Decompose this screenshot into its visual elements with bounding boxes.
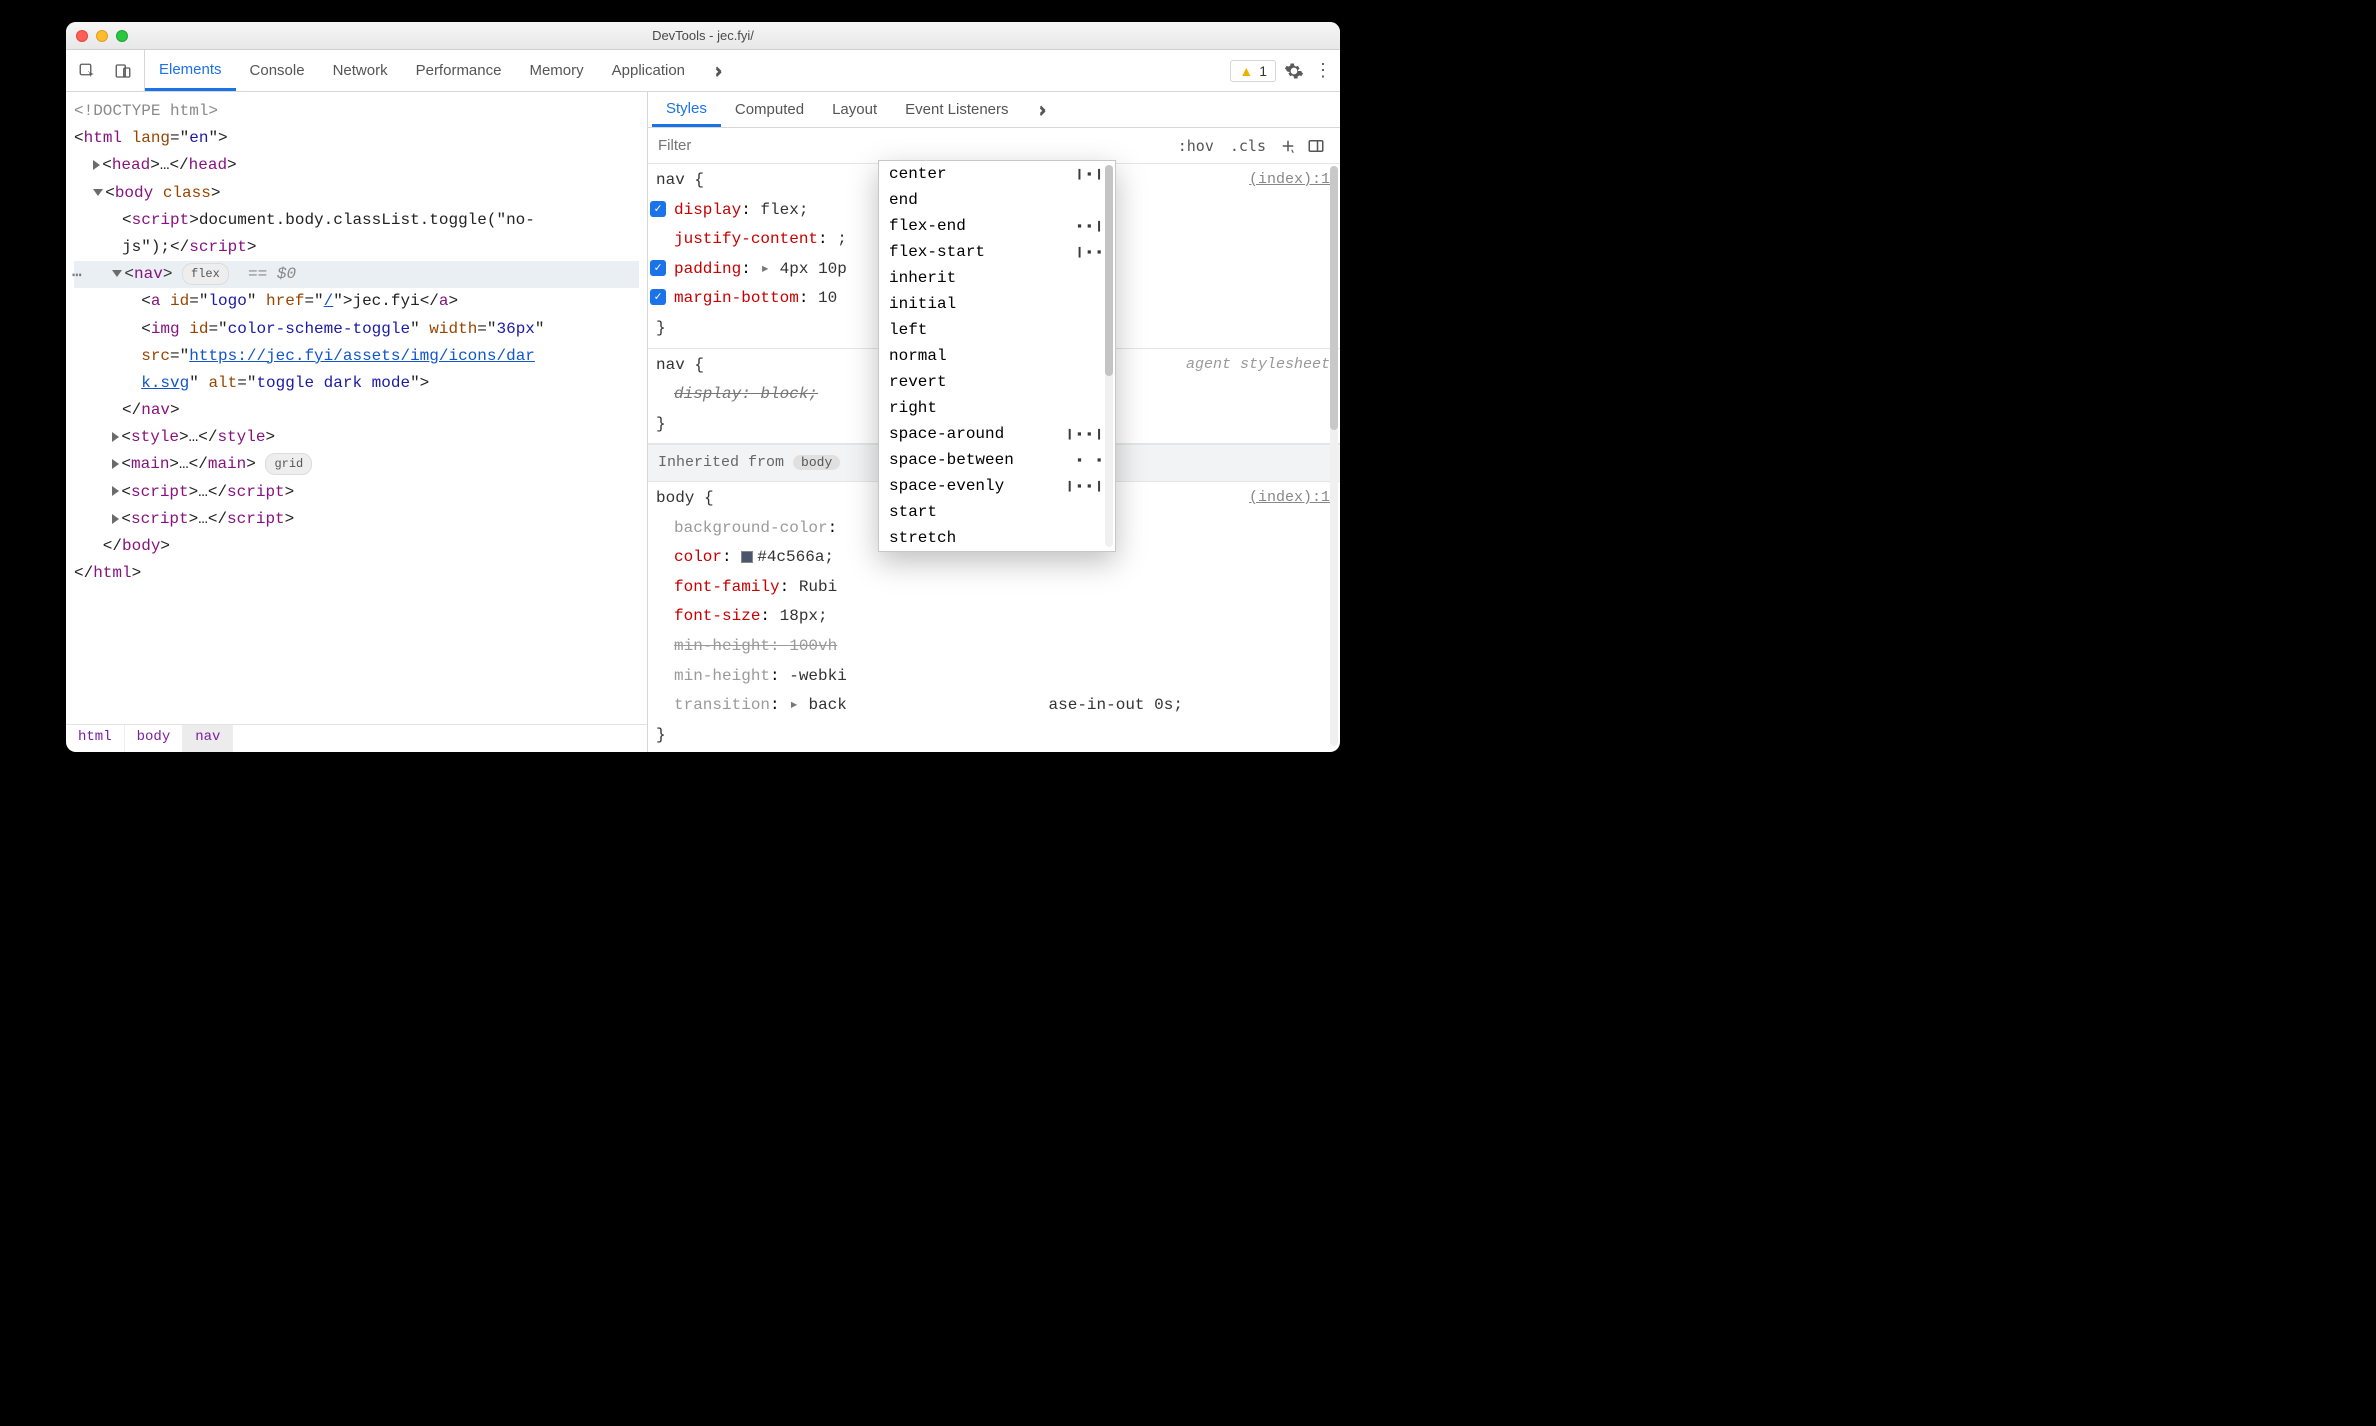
shorthand-expand-icon[interactable]: ▸ [760,260,770,278]
expand-icon[interactable] [112,459,119,469]
ac-option-flex-end[interactable]: flex-end▪▪❙ [879,213,1115,239]
styles-panel: Styles Computed Layout Event Listeners :… [648,92,1340,752]
expand-icon[interactable] [112,432,119,442]
minimize-window-button[interactable] [96,30,108,42]
tab-network[interactable]: Network [319,50,402,91]
ac-option-inherit[interactable]: inherit [879,265,1115,291]
checkbox-on-icon[interactable]: ✓ [650,260,666,276]
zoom-window-button[interactable] [116,30,128,42]
styles-filter-input[interactable] [648,128,1170,163]
crumb-nav[interactable]: nav [183,725,233,752]
dollar-zero-label: == $0 [248,265,296,283]
color-swatch-icon[interactable] [741,551,753,563]
dom-tree[interactable]: <!DOCTYPE html> <html lang="en"> <head>…… [66,92,647,724]
expand-icon[interactable] [112,486,119,496]
devtools-window: DevTools - jec.fyi/ Elements Console Net… [66,22,1340,752]
ac-option-right[interactable]: right [879,395,1115,421]
checkbox-on-icon[interactable]: ✓ [650,289,666,305]
panel-tabs: Elements Console Network Performance Mem… [145,50,1224,91]
subtab-computed[interactable]: Computed [721,92,818,127]
tab-performance[interactable]: Performance [402,50,516,91]
device-toolbar-icon[interactable] [110,58,136,84]
crumb-body[interactable]: body [125,725,184,752]
decl-transition[interactable]: transition: ▸ back ase-in-out 0s; [656,691,1332,721]
inherited-from-body[interactable]: body [793,455,840,470]
inspect-element-icon[interactable] [74,58,100,84]
close-window-button[interactable] [76,30,88,42]
hov-toggle[interactable]: :hov [1170,137,1222,155]
ac-option-space-between[interactable]: space-between▪ ▪ [879,447,1115,473]
new-style-rule-icon[interactable] [1274,137,1302,155]
tab-application[interactable]: Application [598,50,699,91]
subtab-layout[interactable]: Layout [818,92,891,127]
more-options-icon[interactable]: ⋮ [1312,60,1334,81]
dom-selected-nav[interactable]: <nav> flex == $0 [74,261,639,288]
warnings-indicator[interactable]: ▲ 1 [1230,60,1276,82]
grid-badge[interactable]: grid [265,453,312,475]
subtab-event-listeners[interactable]: Event Listeners [891,92,1022,127]
expand-icon[interactable] [93,160,100,170]
warning-icon: ▲ [1239,63,1253,79]
subtab-styles[interactable]: Styles [652,92,721,127]
decl-min-height-strike[interactable]: min-height: 100vh [656,632,1332,662]
more-subtabs-icon[interactable] [1023,92,1061,127]
titlebar: DevTools - jec.fyi/ [66,22,1340,50]
sidebar-subtabs: Styles Computed Layout Event Listeners [648,92,1340,128]
decl-font-size[interactable]: font-size: 18px; [656,602,1332,632]
ac-option-center[interactable]: center❙▪❙ [879,161,1115,187]
collapse-icon[interactable] [112,270,122,277]
ac-option-space-around[interactable]: space-around❙▪▪❙ [879,421,1115,447]
alignment-preview-icon: ❙▪▪❙ [1066,479,1105,494]
ac-scrollbar-thumb[interactable] [1105,165,1113,376]
cls-toggle[interactable]: .cls [1222,137,1274,155]
expand-icon[interactable] [112,514,119,524]
user-agent-stylesheet-label: agent stylesheet [1186,351,1330,379]
tab-memory[interactable]: Memory [515,50,597,91]
decl-font-family[interactable]: font-family: Rubi [656,573,1332,603]
decl-min-height[interactable]: min-height: -webki [656,662,1332,692]
warnings-count: 1 [1259,63,1267,79]
rule-source-link[interactable]: (index):1 [1249,484,1330,512]
alignment-preview-icon: ❙▪▪❙ [1066,427,1105,442]
autocomplete-popup: center❙▪❙ end flex-end▪▪❙ flex-start❙▪▪ … [878,160,1116,552]
dom-doctype: <!DOCTYPE html> [74,102,218,120]
ac-option-flex-start[interactable]: flex-start❙▪▪ [879,239,1115,265]
ac-option-space-evenly[interactable]: space-evenly❙▪▪❙ [879,473,1115,499]
checkbox-on-icon[interactable]: ✓ [650,201,666,217]
tab-elements[interactable]: Elements [145,50,236,91]
breadcrumb: html body nav [66,724,647,752]
ac-option-initial[interactable]: initial [879,291,1115,317]
ac-option-left[interactable]: left [879,317,1115,343]
crumb-html[interactable]: html [66,725,125,752]
rule-source-link[interactable]: (index):1 [1249,166,1330,194]
alignment-preview-icon: ❙▪▪ [1076,245,1105,260]
main-toolbar: Elements Console Network Performance Mem… [66,50,1340,92]
shorthand-expand-icon[interactable]: ▸ [789,696,799,714]
alignment-preview-icon: ❙▪❙ [1076,167,1105,182]
collapse-icon[interactable] [93,189,103,196]
dom-html-open: html [84,129,122,147]
tab-console[interactable]: Console [236,50,319,91]
window-title: DevTools - jec.fyi/ [66,28,1340,43]
ac-option-start[interactable]: start [879,499,1115,525]
scrollbar-thumb[interactable] [1330,166,1338,430]
ac-option-end[interactable]: end [879,187,1115,213]
alignment-preview-icon: ▪▪❙ [1076,219,1105,234]
styles-filter-bar: :hov .cls [648,128,1340,164]
flex-badge[interactable]: flex [182,263,229,285]
toggle-sidebar-icon[interactable] [1302,137,1330,155]
alignment-preview-icon: ▪ ▪ [1076,453,1105,468]
elements-panel: <!DOCTYPE html> <html lang="en"> <head>…… [66,92,648,752]
ac-option-stretch[interactable]: stretch [879,525,1115,551]
settings-gear-icon[interactable] [1280,61,1308,81]
ac-option-revert[interactable]: revert [879,369,1115,395]
ac-option-normal[interactable]: normal [879,343,1115,369]
more-tabs-icon[interactable] [699,50,737,91]
window-controls [76,30,128,42]
